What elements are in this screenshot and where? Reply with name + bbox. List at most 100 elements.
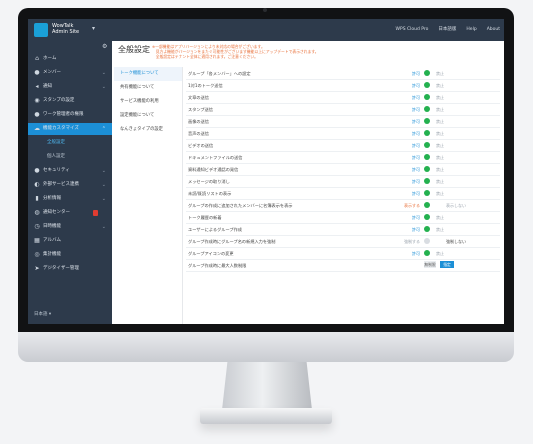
sidebar-item-album[interactable]: ▦ アルバム bbox=[28, 235, 112, 247]
sidebar-item-analytics[interactable]: ▮ 分析情報 ⌄ bbox=[28, 193, 112, 205]
no-force-option-label[interactable]: 強制しない bbox=[446, 239, 466, 244]
allow-option-label[interactable]: 許可 bbox=[412, 143, 420, 148]
top-link-0[interactable]: WPS Cloud Pro bbox=[396, 27, 429, 33]
setting-label: メッセージの取り消し bbox=[188, 179, 230, 184]
monitor-stand-neck bbox=[222, 362, 312, 410]
allow-radio[interactable] bbox=[424, 130, 430, 136]
chevron-down-icon[interactable]: ▾ bbox=[92, 26, 95, 32]
allow-option-label[interactable]: 許可 bbox=[412, 155, 420, 160]
show-option-label[interactable]: 表示する bbox=[404, 203, 420, 208]
allow-option-label[interactable]: 許可 bbox=[412, 191, 420, 196]
sidebar-item-notice[interactable]: ◂ 通知 ⌄ bbox=[28, 81, 112, 93]
setting-row: グループ「各メンバー」への設定 許可 禁止 bbox=[186, 68, 500, 80]
deny-option-label[interactable]: 禁止 bbox=[436, 227, 444, 232]
allow-radio[interactable] bbox=[424, 166, 430, 172]
megaphone-icon: ◂ bbox=[35, 83, 39, 90]
settings-category-item[interactable]: サービス機能の利用 bbox=[114, 95, 182, 109]
language-selector[interactable]: 日本語 ▾ bbox=[34, 312, 51, 318]
deny-option-label[interactable]: 禁止 bbox=[436, 179, 444, 184]
screen: WowTalk Admin Site ▾ WPS Cloud Pro 日本語版 … bbox=[28, 19, 504, 324]
deny-option-label[interactable]: 禁止 bbox=[436, 251, 444, 256]
top-link-3[interactable]: About bbox=[487, 27, 500, 33]
sidebar-item-aggregate[interactable]: ◎ 集計機能 bbox=[28, 249, 112, 261]
gear-icon[interactable]: ⚙ bbox=[102, 43, 107, 51]
top-link-2[interactable]: Help bbox=[466, 27, 476, 33]
allow-radio[interactable] bbox=[424, 142, 430, 148]
settings-category-label: なんきょタイプの設定 bbox=[120, 127, 163, 132]
sidebar-item-label: スタンプの設定 bbox=[43, 98, 75, 103]
sidebar-item-notify-center[interactable]: ◍ 通知センター bbox=[28, 207, 112, 219]
target-icon: ◎ bbox=[34, 251, 40, 258]
allow-radio[interactable] bbox=[424, 226, 430, 232]
setting-label: グループ「各メンバー」への設定 bbox=[188, 71, 251, 76]
sidebar-item-label: 分析情報 bbox=[43, 196, 61, 201]
allow-radio[interactable] bbox=[424, 94, 430, 100]
sidebar-item-admin[interactable]: ● ワーク管理者の権限 bbox=[28, 109, 112, 121]
setting-row: 資料通知ビデオ通話の発信 許可 禁止 bbox=[186, 164, 500, 176]
settings-category-item[interactable]: 共有機能について bbox=[114, 81, 182, 95]
allow-radio[interactable] bbox=[424, 178, 430, 184]
sidebar-item-digitizer[interactable]: ➤ デジタイザー管理 bbox=[28, 263, 112, 275]
allow-option-label[interactable]: 許可 bbox=[412, 227, 420, 232]
show-radio[interactable] bbox=[424, 202, 430, 208]
sidebar-item-external[interactable]: ◐ 外部サービス連携 ⌄ bbox=[28, 179, 112, 191]
deny-option-label[interactable]: 禁止 bbox=[436, 107, 444, 112]
setting-row: スタンプ送信 許可 禁止 bbox=[186, 104, 500, 116]
setting-row: グループ作成時にグループ名の新規入力を強制 強制する 強制しない bbox=[186, 236, 500, 248]
allow-radio[interactable] bbox=[424, 82, 430, 88]
sidebar-item-members[interactable]: ● メンバー ⌄ bbox=[28, 67, 112, 79]
deny-option-label[interactable]: 禁止 bbox=[436, 155, 444, 160]
deny-option-label[interactable]: 禁止 bbox=[436, 143, 444, 148]
allow-option-label[interactable]: 許可 bbox=[412, 251, 420, 256]
allow-option-label[interactable]: 許可 bbox=[412, 131, 420, 136]
setting-label: 文章の送信 bbox=[188, 95, 209, 100]
deny-option-label[interactable]: 禁止 bbox=[436, 167, 444, 172]
allow-option-label[interactable]: 許可 bbox=[412, 167, 420, 172]
sidebar-item-label: 機能カスタマイズ bbox=[43, 126, 79, 131]
deny-option-label[interactable]: 禁止 bbox=[436, 191, 444, 196]
sidebar-item-security[interactable]: ● セキュリティ ⌄ bbox=[28, 165, 112, 177]
allow-radio[interactable] bbox=[424, 190, 430, 196]
deny-option-label[interactable]: 禁止 bbox=[436, 83, 444, 88]
allow-option-label[interactable]: 許可 bbox=[412, 179, 420, 184]
specify-toggle[interactable]: 指定 bbox=[440, 261, 454, 268]
allow-option-label[interactable]: 許可 bbox=[412, 119, 420, 124]
allow-radio[interactable] bbox=[424, 118, 430, 124]
allow-radio[interactable] bbox=[424, 154, 430, 160]
force-option-label[interactable]: 強制する bbox=[404, 239, 420, 244]
allow-option-label[interactable]: 許可 bbox=[412, 215, 420, 220]
allow-radio[interactable] bbox=[424, 214, 430, 220]
settings-category-item[interactable]: 設定機能について bbox=[114, 109, 182, 123]
deny-option-label[interactable]: 禁止 bbox=[436, 131, 444, 136]
settings-category-item[interactable]: トーク機能について bbox=[114, 67, 182, 81]
allow-option-label[interactable]: 許可 bbox=[412, 83, 420, 88]
top-link-1[interactable]: 日本語版 bbox=[438, 27, 456, 33]
allow-radio[interactable] bbox=[424, 106, 430, 112]
settings-category-item[interactable]: なんきょタイプの設定 bbox=[114, 123, 182, 137]
setting-row: 音声の送信 許可 禁止 bbox=[186, 128, 500, 140]
deny-option-label[interactable]: 禁止 bbox=[436, 95, 444, 100]
allow-option-label[interactable]: 許可 bbox=[412, 107, 420, 112]
setting-row: ビデオの送信 許可 禁止 bbox=[186, 140, 500, 152]
sidebar-item-stamp[interactable]: ◉ スタンプの設定 bbox=[28, 95, 112, 107]
notice-line: 全般設定はテナント全体に適用されます。ご注意ください。 bbox=[152, 54, 258, 59]
hide-option-label[interactable]: 表示しない bbox=[446, 203, 466, 208]
setting-label: ユーザーによるグループ作成 bbox=[188, 227, 242, 232]
deny-option-label[interactable]: 禁止 bbox=[436, 71, 444, 76]
allow-option-label[interactable]: 許可 bbox=[412, 95, 420, 100]
sidebar-item-home[interactable]: ⌂ ホーム bbox=[28, 53, 112, 65]
force-radio[interactable] bbox=[424, 238, 430, 244]
sidebar-item-label: メンバー bbox=[43, 70, 61, 75]
deny-option-label[interactable]: 禁止 bbox=[436, 215, 444, 220]
deny-option-label[interactable]: 禁止 bbox=[436, 119, 444, 124]
allow-option-label[interactable]: 許可 bbox=[412, 71, 420, 76]
sidebar-item-datetime[interactable]: ◷ 日時機能 ⌄ bbox=[28, 221, 112, 233]
sidebar-item-customize[interactable]: ☁ 機能カスタマイズ ⌃ bbox=[28, 123, 112, 135]
person-icon: ● bbox=[34, 111, 40, 118]
sidebar-subitem-general[interactable]: 全般設定 bbox=[28, 137, 112, 149]
chevron-up-icon: ⌃ bbox=[101, 126, 106, 132]
allow-radio[interactable] bbox=[424, 70, 430, 76]
unlimited-toggle[interactable]: 無制限 bbox=[424, 261, 436, 268]
allow-radio[interactable] bbox=[424, 250, 430, 256]
sidebar-subitem-personal[interactable]: 個人設定 bbox=[28, 151, 112, 163]
